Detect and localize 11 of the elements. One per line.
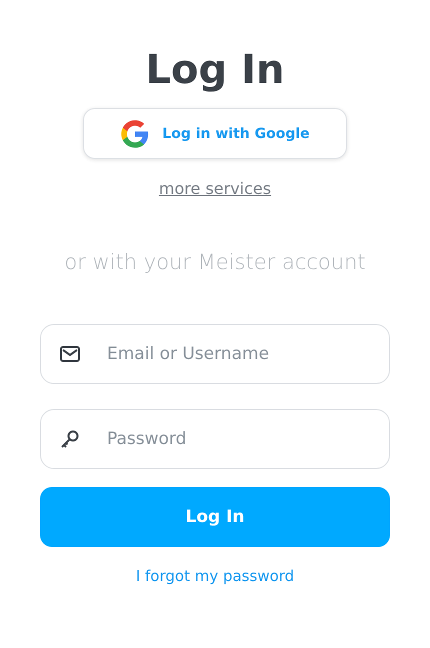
login-button[interactable]: Log In <box>40 487 390 547</box>
google-login-button[interactable]: Log in with Google <box>83 108 347 159</box>
email-field[interactable]: Email or Username <box>40 324 390 384</box>
forgot-password-link[interactable]: I forgot my password <box>136 567 294 585</box>
divider-text: or with your Meister account <box>64 250 366 274</box>
google-g-icon <box>120 118 150 148</box>
more-services-link[interactable]: more services <box>158 179 272 198</box>
page-title: Log In <box>146 46 284 94</box>
password-field[interactable]: Password <box>40 409 390 469</box>
envelope-icon <box>60 346 80 362</box>
key-icon <box>60 429 80 449</box>
